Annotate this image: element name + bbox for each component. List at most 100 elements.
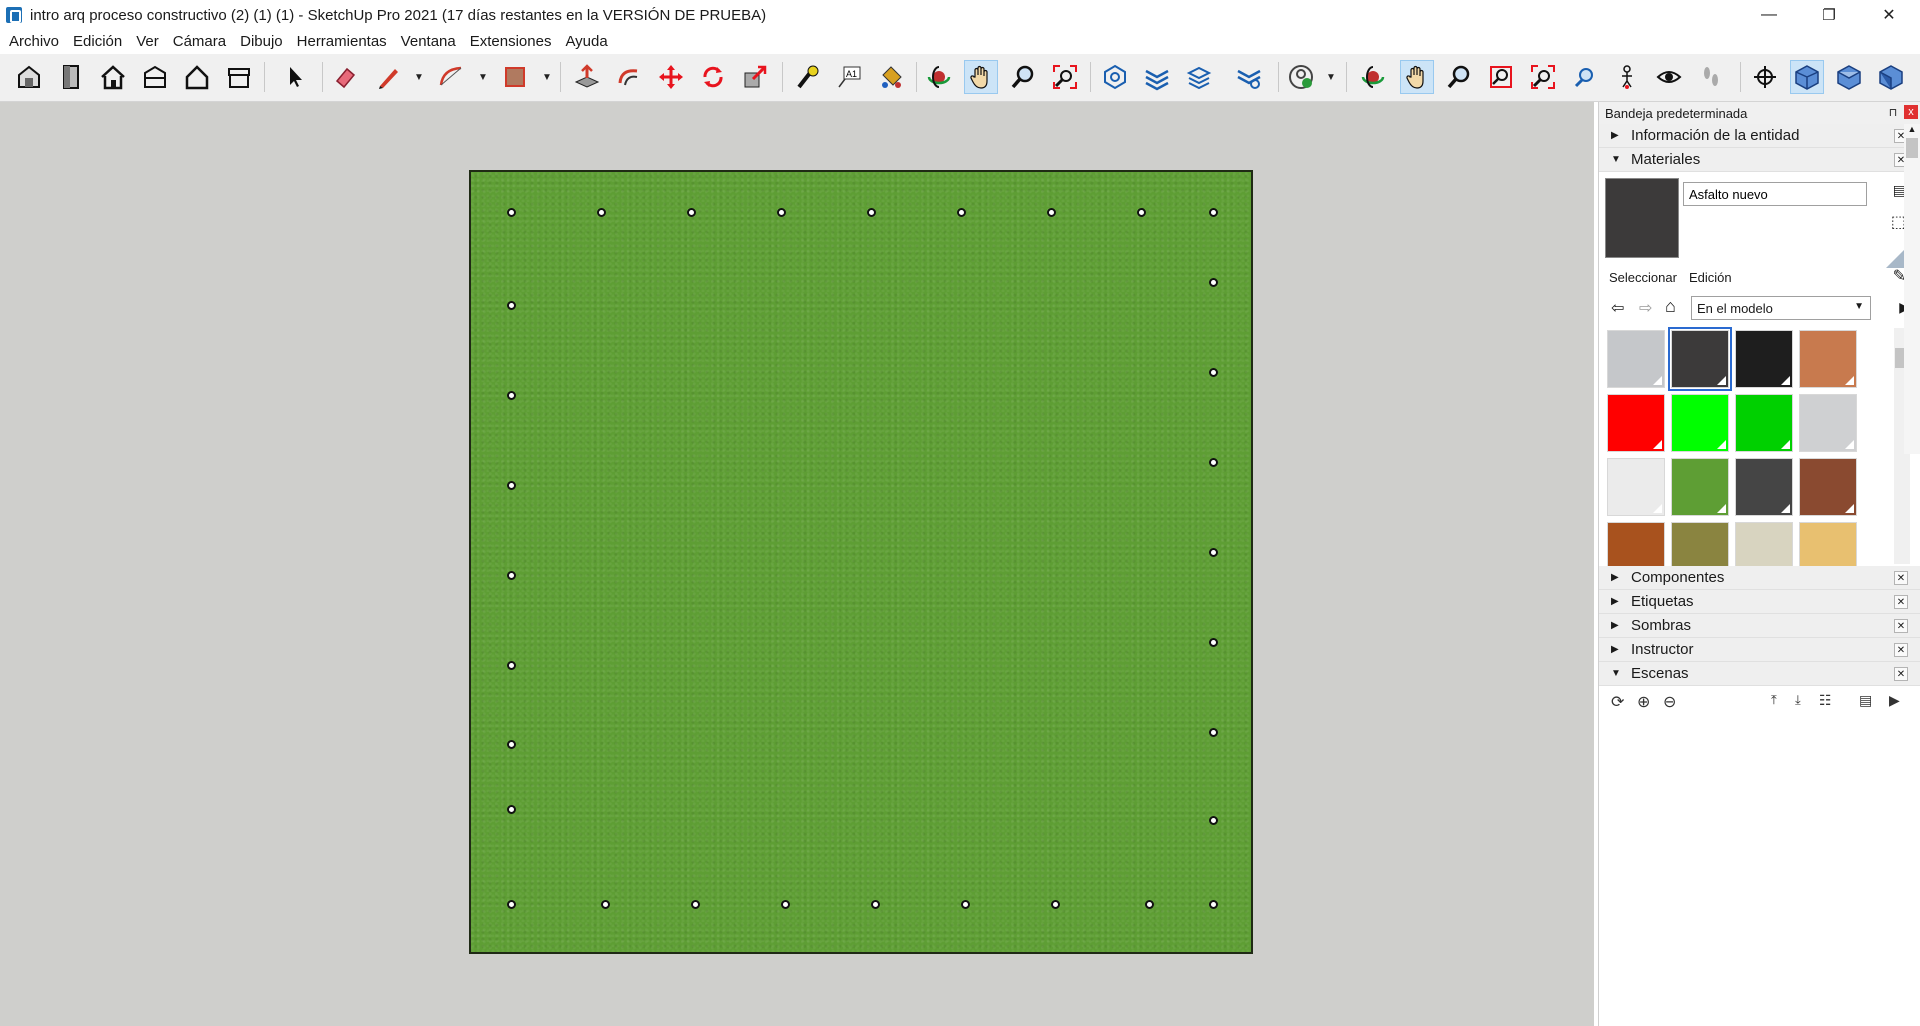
fence-post-marker[interactable] — [781, 900, 790, 909]
fence-post-marker[interactable] — [507, 661, 516, 670]
select-arrow-icon[interactable] — [278, 60, 312, 94]
material-swatch[interactable] — [1799, 522, 1857, 566]
remove-scene-icon[interactable]: ⊖ — [1663, 692, 1676, 712]
house-outline-icon[interactable] — [180, 60, 214, 94]
material-swatch[interactable] — [1607, 458, 1665, 516]
profile-icon[interactable] — [1284, 60, 1318, 94]
previous-view-icon[interactable] — [1568, 60, 1602, 94]
menu-ventana[interactable]: Ventana — [394, 31, 463, 53]
material-swatch[interactable] — [1668, 327, 1732, 391]
rotate-icon[interactable] — [696, 60, 730, 94]
tray-scroll-thumb[interactable] — [1906, 138, 1918, 158]
orbit-2-icon[interactable] — [1356, 60, 1390, 94]
drawing-viewport[interactable] — [0, 102, 1594, 1026]
collection-select[interactable]: En el modelo ▼ — [1691, 296, 1871, 320]
fence-post-marker[interactable] — [867, 208, 876, 217]
fence-post-marker[interactable] — [1137, 208, 1146, 217]
material-swatch[interactable] — [1735, 522, 1793, 566]
forward-arrow-icon[interactable]: ⇨ — [1639, 298, 1652, 318]
profile-dropdown-icon[interactable]: ▼ — [1326, 72, 1336, 83]
scroll-up-icon[interactable]: ▲ — [1904, 124, 1920, 134]
material-swatch[interactable] — [1671, 522, 1729, 566]
add-scene-icon[interactable]: ⊕ — [1637, 692, 1650, 712]
fence-post-marker[interactable] — [601, 900, 610, 909]
section-tags[interactable]: ▶ Etiquetas ✕ — [1599, 590, 1920, 614]
section-close-icon[interactable]: ✕ — [1894, 643, 1908, 657]
house-icon[interactable] — [96, 60, 130, 94]
fence-post-marker[interactable] — [1209, 368, 1218, 377]
fence-post-marker[interactable] — [1209, 900, 1218, 909]
section-materials[interactable]: ▼ Materiales ✕ — [1599, 148, 1920, 172]
material-preview-swatch[interactable] — [1605, 178, 1679, 258]
top-view-icon[interactable] — [1832, 60, 1866, 94]
tray-close-icon[interactable]: x — [1904, 105, 1918, 119]
close-button[interactable]: ✕ — [1866, 0, 1912, 30]
zoom-window-icon[interactable] — [1484, 60, 1518, 94]
fence-post-marker[interactable] — [1209, 728, 1218, 737]
material-swatch[interactable] — [1671, 394, 1729, 452]
fence-post-marker[interactable] — [507, 301, 516, 310]
section-close-icon[interactable]: ✕ — [1894, 595, 1908, 609]
pencil-icon[interactable] — [372, 60, 406, 94]
fence-post-marker[interactable] — [1209, 816, 1218, 825]
minimize-button[interactable]: — — [1746, 0, 1792, 30]
home-icon[interactable]: ⌂ — [1665, 296, 1676, 317]
move-scene-up-icon[interactable]: ⤒ — [1771, 692, 1777, 708]
tray-scrollbar[interactable]: ▲ — [1904, 124, 1920, 454]
fence-post-marker[interactable] — [1209, 208, 1218, 217]
front-view-icon[interactable] — [1874, 60, 1908, 94]
shed-icon[interactable] — [222, 60, 256, 94]
rectangle-icon[interactable] — [498, 60, 532, 94]
restore-button[interactable]: ❐ — [1806, 0, 1852, 30]
solid-tools-icon[interactable] — [1098, 60, 1132, 94]
material-swatch[interactable] — [1735, 394, 1793, 452]
text-icon[interactable]: A1 — [832, 60, 866, 94]
fence-post-marker[interactable] — [1209, 278, 1218, 287]
walk-icon[interactable] — [1694, 60, 1728, 94]
material-swatch[interactable] — [1607, 522, 1665, 566]
fence-post-marker[interactable] — [691, 900, 700, 909]
orbit-icon[interactable] — [922, 60, 956, 94]
menu-camara[interactable]: Cámara — [166, 31, 233, 53]
door-icon[interactable] — [54, 60, 88, 94]
section-shadows[interactable]: ▶ Sombras ✕ — [1599, 614, 1920, 638]
follow-me-icon[interactable] — [612, 60, 646, 94]
look-around-icon[interactable] — [1652, 60, 1686, 94]
menu-archivo[interactable]: Archivo — [2, 31, 66, 53]
back-arrow-icon[interactable]: ⇦ — [1611, 298, 1624, 318]
building-icon[interactable] — [138, 60, 172, 94]
material-name-field[interactable] — [1683, 182, 1867, 206]
pin-icon[interactable]: ⊓ — [1886, 105, 1900, 119]
fence-post-marker[interactable] — [687, 208, 696, 217]
fence-post-marker[interactable] — [507, 740, 516, 749]
fence-post-marker[interactable] — [507, 391, 516, 400]
section-close-icon[interactable]: ✕ — [1894, 667, 1908, 681]
styles-icon[interactable] — [1232, 60, 1266, 94]
section-scenes[interactable]: ▼ Escenas ✕ — [1599, 662, 1920, 686]
tab-edicion[interactable]: Edición — [1685, 268, 1736, 287]
position-camera-icon[interactable] — [1610, 60, 1644, 94]
fence-post-marker[interactable] — [1209, 548, 1218, 557]
sketchup-app-icon[interactable] — [6, 7, 22, 23]
paint-bucket-icon[interactable] — [874, 60, 908, 94]
material-swatch[interactable] — [1799, 458, 1857, 516]
menu-edicion[interactable]: Edición — [66, 31, 129, 53]
zoom-icon[interactable] — [1006, 60, 1040, 94]
move-scene-down-icon[interactable]: ⤓ — [1795, 692, 1801, 708]
menu-ayuda[interactable]: Ayuda — [558, 31, 614, 53]
push-pull-icon[interactable] — [570, 60, 604, 94]
zoom-2-icon[interactable] — [1442, 60, 1476, 94]
pencil-dropdown-icon[interactable]: ▼ — [414, 72, 424, 83]
iso-view-icon[interactable] — [1790, 60, 1824, 94]
menu-ver[interactable]: Ver — [129, 31, 166, 53]
scene-details-icon[interactable]: ▤ — [1859, 692, 1872, 709]
fence-post-marker[interactable] — [507, 805, 516, 814]
material-swatch[interactable] — [1607, 330, 1665, 388]
menu-herramientas[interactable]: Herramientas — [290, 31, 394, 53]
arc-icon[interactable] — [434, 60, 468, 94]
fence-post-marker[interactable] — [507, 900, 516, 909]
scenes-list[interactable] — [1599, 716, 1920, 1016]
fence-post-marker[interactable] — [1051, 900, 1060, 909]
fence-post-marker[interactable] — [777, 208, 786, 217]
fence-post-marker[interactable] — [507, 571, 516, 580]
